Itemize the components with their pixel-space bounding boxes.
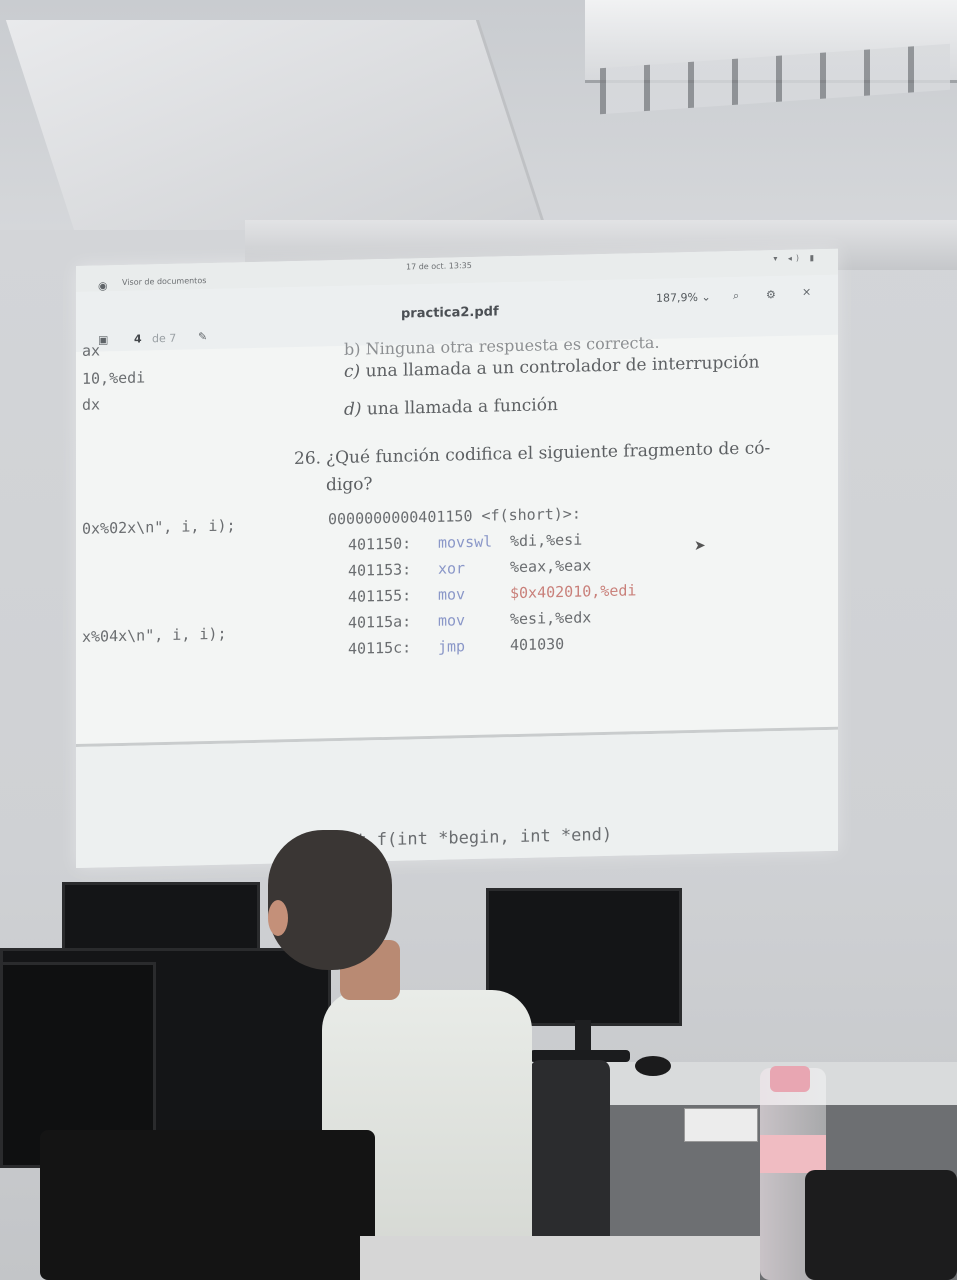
left-code-line: 0x%02x\n", i, i); xyxy=(82,516,236,538)
question-text: ¿Qué función codifica el siguiente fragm… xyxy=(326,438,771,469)
asm-operands: %di,%esi xyxy=(510,530,583,551)
asm-address: 401155: xyxy=(348,586,412,606)
asm-address: 40115c: xyxy=(348,638,412,658)
left-code-line: ax xyxy=(82,341,101,360)
left-code-line: x%04x\n", i, i); xyxy=(82,624,227,646)
document-page: ax 10,%edi dx 0x%02x\n", i, i); x%04x\n"… xyxy=(76,333,838,747)
ceiling-beam xyxy=(5,20,548,230)
foreground-table xyxy=(360,1236,760,1280)
asm-opcode: mov xyxy=(438,585,466,604)
left-code-line: dx xyxy=(82,395,101,414)
page-count: de 7 xyxy=(152,331,177,346)
office-chair xyxy=(530,1060,610,1260)
zoom-select[interactable]: 187,9% ⌄ xyxy=(656,291,711,305)
bottle-band xyxy=(760,1135,826,1173)
asm-address: 401153: xyxy=(348,560,412,580)
chair-back xyxy=(40,1130,375,1280)
asm-opcode: mov xyxy=(438,611,466,630)
next-page-code: nt f(int *begin, int *end) xyxy=(346,824,613,851)
bottle-cap xyxy=(770,1066,810,1092)
close-icon[interactable]: × xyxy=(802,285,811,298)
asm-operands: %eax,%eax xyxy=(510,556,592,577)
option-d-text: una llamada a función xyxy=(366,395,558,420)
chair-back-right xyxy=(805,1170,957,1280)
asm-address: 401150: xyxy=(348,534,412,554)
question-text: digo? xyxy=(326,474,373,496)
search-icon[interactable]: ⌕ xyxy=(733,289,739,303)
question-number: 26. xyxy=(294,448,322,470)
annotate-icon[interactable]: ✎ xyxy=(198,330,207,343)
option-d-label: d) xyxy=(344,399,362,420)
function-header: 0000000000401150 <f(short)>: xyxy=(328,504,581,529)
asm-address: 40115a: xyxy=(348,612,412,632)
next-page: nt f(int *begin, int *end) xyxy=(76,729,838,868)
power-socket xyxy=(684,1108,758,1142)
option-d: d) una llamada a función xyxy=(344,395,558,420)
asm-operands: 401030 xyxy=(510,634,565,655)
asm-operands: %esi,%edx xyxy=(510,608,592,629)
mouse-cursor-icon: ➤ xyxy=(694,537,706,554)
asm-operands: $0x402010,%edi xyxy=(510,581,637,603)
left-code-line: 10,%edi xyxy=(82,368,146,388)
person-head xyxy=(268,830,392,970)
asm-opcode: jmp xyxy=(438,637,466,656)
asm-opcode: xor xyxy=(438,559,466,578)
person-ear xyxy=(268,900,288,936)
computer-mouse xyxy=(635,1056,671,1076)
document-title: practica2.pdf xyxy=(401,304,499,322)
projected-screen: ◉ Visor de documentos 17 de oct. 13:35 ▾… xyxy=(76,248,838,869)
asm-opcode: movswl xyxy=(438,532,493,552)
menu-icon[interactable]: ⚙ xyxy=(766,288,776,301)
page-number-input[interactable]: 4 xyxy=(134,333,142,346)
app-name[interactable]: Visor de documentos xyxy=(122,276,206,287)
option-c-label: c) xyxy=(344,361,361,382)
clock[interactable]: 17 de oct. 13:35 xyxy=(406,261,472,271)
system-tray[interactable]: ▾ ◂) ▮ xyxy=(773,253,818,263)
